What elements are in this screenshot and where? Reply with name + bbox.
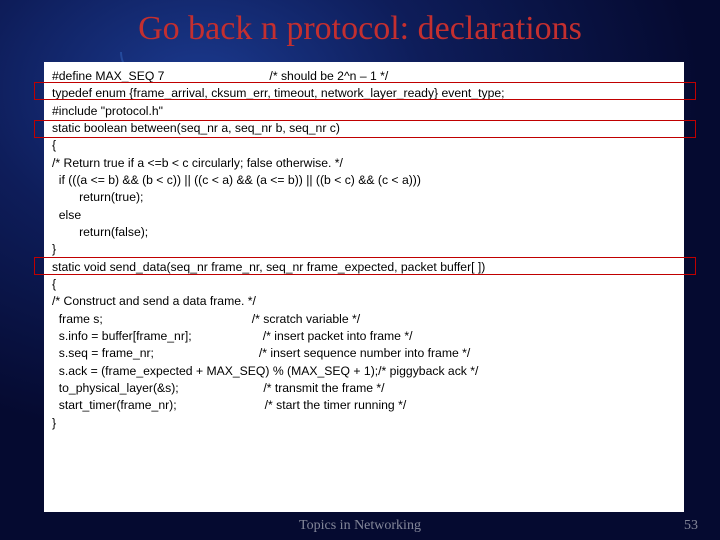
code-line: return(false); (52, 224, 676, 241)
page-number: 53 (684, 518, 698, 534)
code-line: else (52, 207, 676, 224)
code-line: #define MAX_SEQ 7 /* should be 2^n – 1 *… (52, 68, 676, 85)
code-line: { (52, 276, 676, 293)
code-line: /* Return true if a <=b < c circularly; … (52, 155, 676, 172)
code-line: s.ack = (frame_expected + MAX_SEQ) % (MA… (52, 363, 676, 380)
code-line: static boolean between(seq_nr a, seq_nr … (52, 120, 676, 137)
footer-text: Topics in Networking (0, 518, 720, 534)
slide-title: Go back n protocol: declarations (0, 10, 720, 48)
code-line: /* Construct and send a data frame. */ (52, 293, 676, 310)
code-line: typedef enum {frame_arrival, cksum_err, … (52, 85, 676, 102)
code-line: to_physical_layer(&s); /* transmit the f… (52, 380, 676, 397)
code-line: if (((a <= b) && (b < c)) || ((c < a) &&… (52, 172, 676, 189)
code-line: static void send_data(seq_nr frame_nr, s… (52, 259, 676, 276)
code-line: s.info = buffer[frame_nr]; /* insert pac… (52, 328, 676, 345)
code-line: start_timer(frame_nr); /* start the time… (52, 397, 676, 414)
code-line: return(true); (52, 189, 676, 206)
code-panel: #define MAX_SEQ 7 /* should be 2^n – 1 *… (44, 62, 684, 512)
code-line: #include "protocol.h" (52, 103, 676, 120)
code-line: } (52, 241, 676, 258)
code-line: { (52, 137, 676, 154)
code-line: } (52, 415, 676, 432)
code-line: frame s; /* scratch variable */ (52, 311, 676, 328)
code-line: s.seq = frame_nr; /* insert sequence num… (52, 345, 676, 362)
